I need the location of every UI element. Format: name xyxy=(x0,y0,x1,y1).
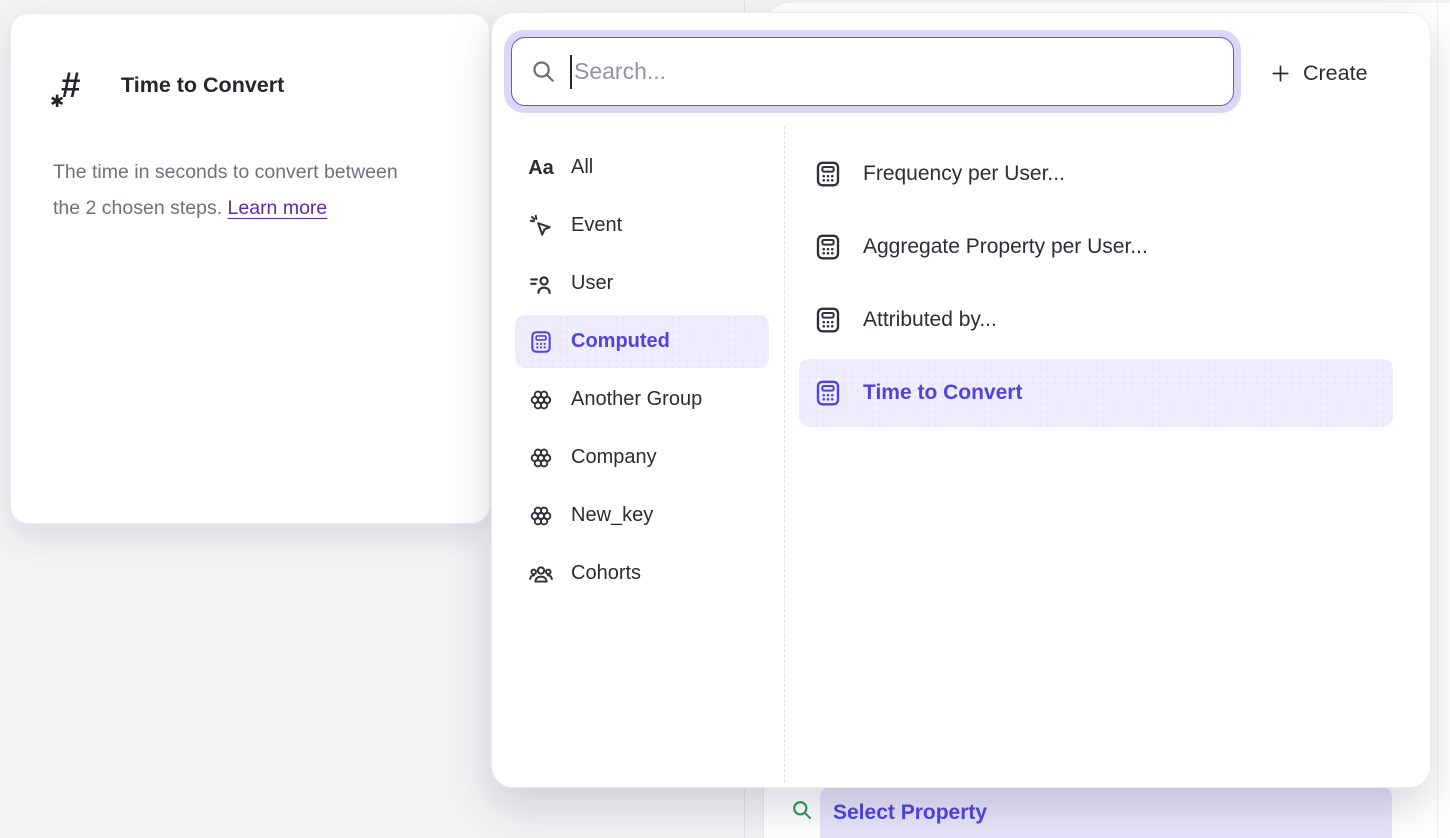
category-item-computed[interactable]: Computed xyxy=(515,315,769,368)
category-label: All xyxy=(571,156,593,179)
category-item-another-group[interactable]: Another Group xyxy=(515,373,769,426)
click-cursor-icon xyxy=(528,213,554,239)
category-item-company[interactable]: Company xyxy=(515,431,769,484)
result-label: Aggregate Property per User... xyxy=(863,235,1148,259)
create-button-label: Create xyxy=(1303,61,1368,86)
group-cluster-icon xyxy=(528,445,554,471)
calculator-icon xyxy=(813,232,843,262)
tooltip-description: The time in seconds to convert between t… xyxy=(53,154,453,226)
create-button[interactable]: Create xyxy=(1269,51,1368,95)
result-item-aggregate-property-per-user[interactable]: Aggregate Property per User... xyxy=(799,213,1393,281)
select-property-label: Select Property xyxy=(833,801,987,825)
result-item-attributed-by[interactable]: Attributed by... xyxy=(799,286,1393,354)
description-line2: the 2 chosen steps. xyxy=(53,197,228,219)
select-property-button[interactable]: Select Property xyxy=(820,787,1392,838)
background-panel-right-seam xyxy=(1437,0,1438,838)
learn-more-link[interactable]: Learn more xyxy=(228,197,328,219)
category-item-event[interactable]: Event xyxy=(515,199,769,252)
calculator-icon xyxy=(813,378,843,408)
plus-icon xyxy=(1269,62,1292,85)
category-item-cohorts[interactable]: Cohorts xyxy=(515,547,769,600)
group-cluster-icon xyxy=(528,503,554,529)
result-item-frequency-per-user[interactable]: Frequency per User... xyxy=(799,140,1393,208)
text-format-icon: Aa xyxy=(528,155,554,181)
category-item-user[interactable]: User xyxy=(515,257,769,310)
search-icon xyxy=(790,798,814,822)
cohorts-icon xyxy=(528,561,554,587)
result-label: Time to Convert xyxy=(863,381,1022,405)
result-list: Frequency per User... Aggregate Property … xyxy=(799,140,1393,427)
category-label: Computed xyxy=(571,330,670,353)
search-field[interactable] xyxy=(511,37,1234,106)
description-line1: The time in seconds to convert between xyxy=(53,161,398,183)
user-list-icon xyxy=(528,271,554,297)
category-label: Company xyxy=(571,446,657,469)
panel-divider xyxy=(784,126,785,782)
result-label: Attributed by... xyxy=(863,308,997,332)
search-focus-ring xyxy=(504,30,1241,113)
result-item-time-to-convert[interactable]: Time to Convert xyxy=(799,359,1393,427)
calculator-icon xyxy=(813,305,843,335)
category-label: User xyxy=(571,272,613,295)
select-property-row: Select Property xyxy=(763,788,1450,838)
category-label: New_key xyxy=(571,504,653,527)
hash-asterisk-icon: # ✱ xyxy=(51,64,95,110)
result-label: Frequency per User... xyxy=(863,162,1065,186)
property-tooltip-card: # ✱ Time to Convert The time in seconds … xyxy=(10,13,490,524)
category-label: Another Group xyxy=(571,388,702,411)
category-item-all[interactable]: Aa All xyxy=(515,141,769,194)
category-list: Aa All Event User Computed Another Group Compa… xyxy=(515,141,769,600)
group-cluster-icon xyxy=(528,387,554,413)
property-selector-popup: Create Aa All Event User Computed Another Gro… xyxy=(491,12,1431,788)
category-item-new-key[interactable]: New_key xyxy=(515,489,769,542)
search-icon xyxy=(530,58,557,85)
category-label: Event xyxy=(571,214,622,237)
tooltip-title: Time to Convert xyxy=(121,73,284,98)
calculator-icon xyxy=(813,159,843,189)
calculator-icon xyxy=(528,329,554,355)
category-label: Cohorts xyxy=(571,562,641,585)
search-input[interactable] xyxy=(572,58,1215,85)
